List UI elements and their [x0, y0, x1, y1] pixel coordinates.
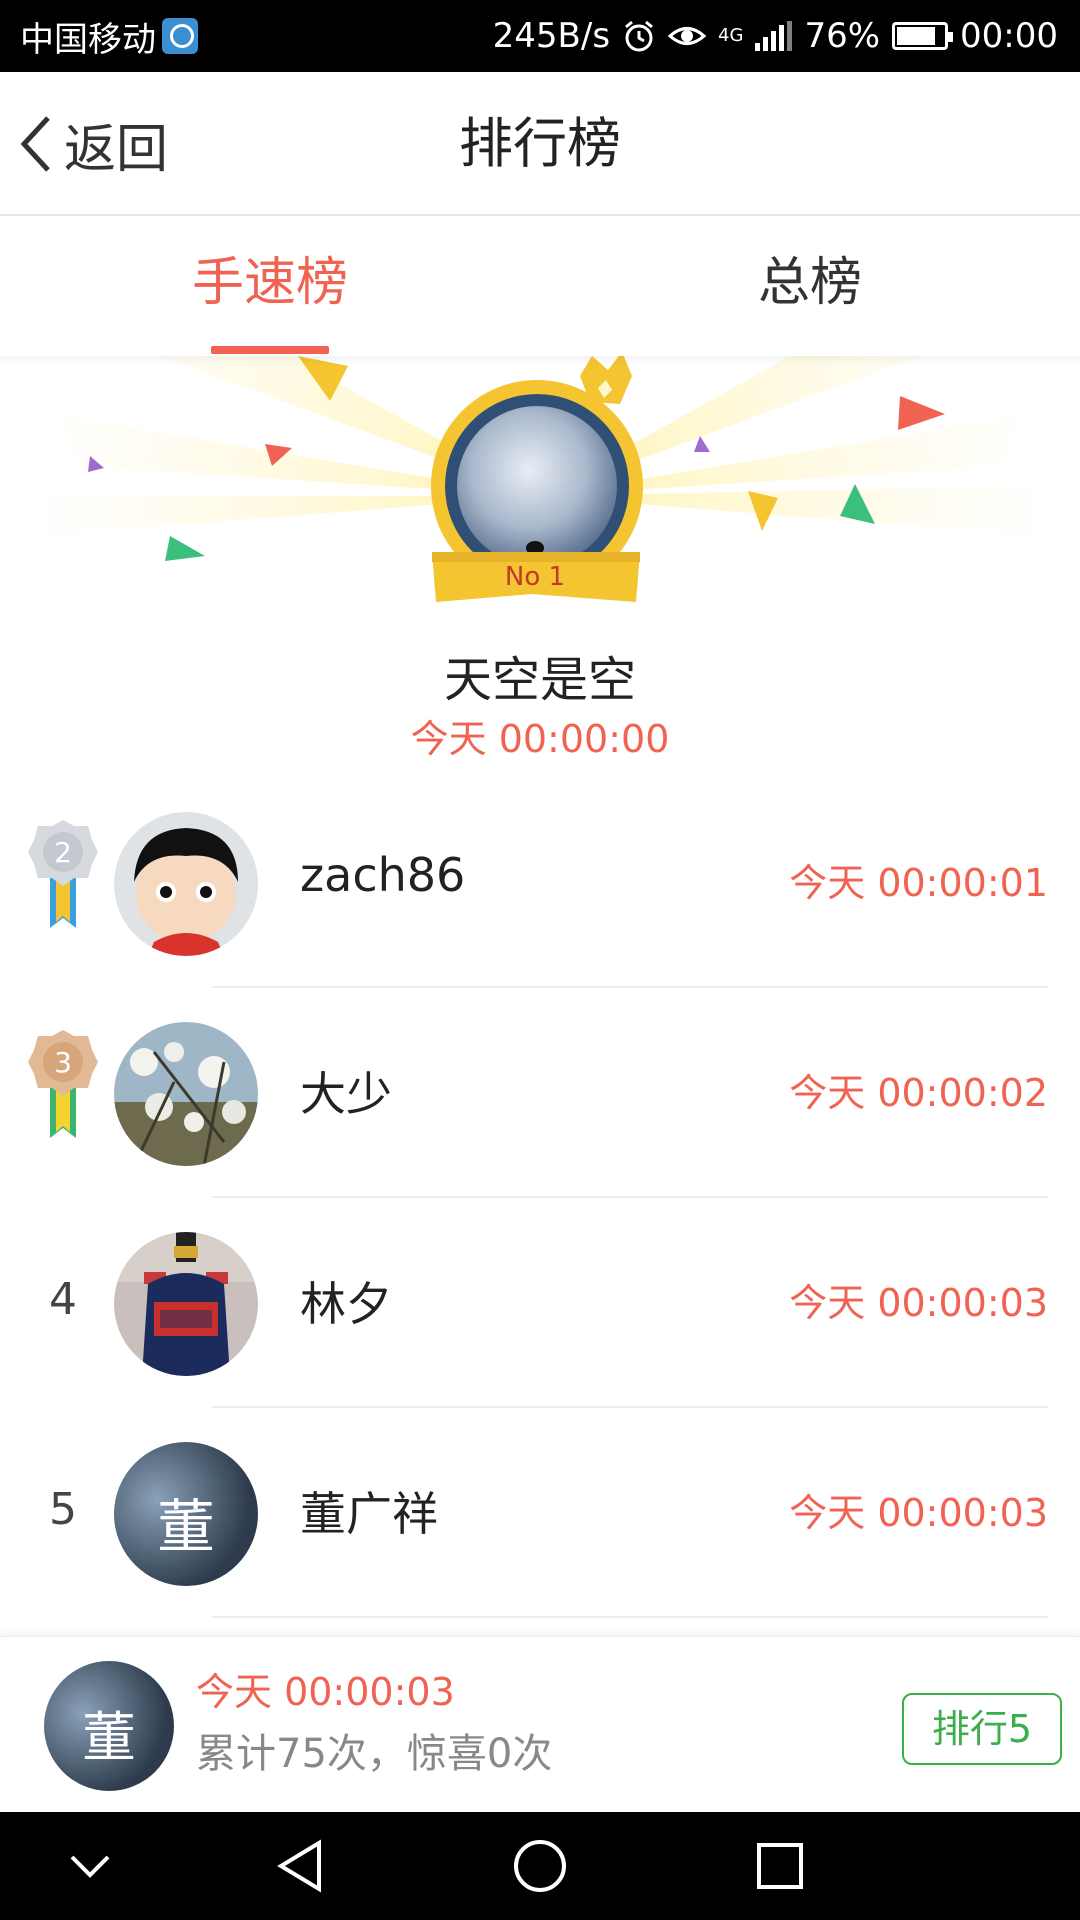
ranking-username: 大少 — [300, 1067, 392, 1121]
back-label: 返回 — [64, 119, 169, 180]
row-divider — [212, 1616, 1048, 1618]
my-rank-bar: 董 今天 00:00:03 累计75次，惊喜0次 排行5 — [0, 1636, 1080, 1812]
ranking-time: 今天 00:00:03 — [789, 1281, 1048, 1325]
carrier-app-icon — [162, 18, 198, 54]
alarm-icon — [625, 20, 653, 52]
ranking-time: 今天 00:00:02 — [789, 1071, 1048, 1115]
battery-percent: 76% — [804, 16, 881, 56]
circle-home-icon — [514, 1840, 566, 1892]
eye-icon — [668, 27, 707, 45]
my-rank-button[interactable]: 排行5 — [902, 1693, 1062, 1765]
net-speed: 245B/s — [492, 16, 611, 56]
avatar-character: 董 — [156, 1493, 215, 1561]
nav-hide-button[interactable] — [30, 1812, 150, 1920]
ranking-time: 今天 00:00:01 — [789, 861, 1048, 905]
square-recents-icon — [757, 1843, 803, 1889]
nav-back-button[interactable] — [240, 1812, 360, 1920]
champion-badge-label: No 1 — [504, 562, 566, 592]
status-bar: 中国移动 245B/s 4G 76% 00:00 — [0, 0, 1080, 72]
ranking-time: 今天 00:00:03 — [789, 1491, 1048, 1535]
triangle-back-icon — [277, 1839, 321, 1893]
bronze-medal-icon: 3 — [28, 1030, 98, 1138]
network-type: 4G — [718, 25, 744, 46]
carrier-name: 中国移动 — [20, 19, 156, 60]
ranking-username: 董广祥 — [300, 1487, 438, 1541]
battery-icon — [892, 22, 954, 50]
ranking-username: zach86 — [300, 848, 466, 902]
my-avatar: 董 — [44, 1661, 174, 1791]
my-avatar-character: 董 — [82, 1706, 136, 1769]
rank-number: 5 — [49, 1484, 77, 1535]
tab-bar: 手速榜 总榜 — [0, 218, 1080, 356]
svg-text:2: 2 — [54, 836, 72, 869]
ranking-row[interactable]: 3 大少 今天 00:00:02 — [0, 988, 1080, 1198]
avatar — [114, 1232, 258, 1376]
ranking-row[interactable]: 5 董 董广祥 今天 00:00:03 — [0, 1408, 1080, 1618]
signal-icon — [755, 21, 793, 51]
svg-text:3: 3 — [54, 1046, 72, 1079]
ranking-row[interactable]: 2 zach86 今天 00:00:01 — [0, 778, 1080, 988]
nav-recents-button[interactable] — [720, 1812, 840, 1920]
tab-overall-ranking[interactable]: 总榜 — [540, 218, 1080, 356]
app-header: 返回 排行榜 — [0, 72, 1080, 216]
my-stats: 累计75次，惊喜0次 — [196, 1731, 553, 1777]
nav-home-button[interactable] — [480, 1812, 600, 1920]
chevron-left-icon — [20, 116, 50, 172]
my-time: 今天 00:00:03 — [196, 1670, 455, 1714]
avatar — [114, 812, 258, 956]
system-nav-bar — [0, 1812, 1080, 1920]
ranking-row[interactable]: 4 林夕 今天 00:00:03 — [0, 1198, 1080, 1408]
rank-number: 4 — [49, 1274, 77, 1325]
ranking-username: 林夕 — [300, 1277, 392, 1331]
chevron-down-icon — [70, 1855, 110, 1878]
silver-medal-icon: 2 — [28, 820, 98, 928]
clock: 00:00 — [960, 16, 1058, 56]
avatar: 董 — [114, 1442, 258, 1586]
avatar — [114, 1022, 258, 1166]
tab-speed-ranking[interactable]: 手速榜 — [0, 218, 540, 356]
back-button[interactable]: 返回 — [18, 72, 168, 216]
champion-time: 今天 00:00:00 — [410, 717, 670, 761]
champion-name: 天空是空 — [443, 652, 636, 708]
